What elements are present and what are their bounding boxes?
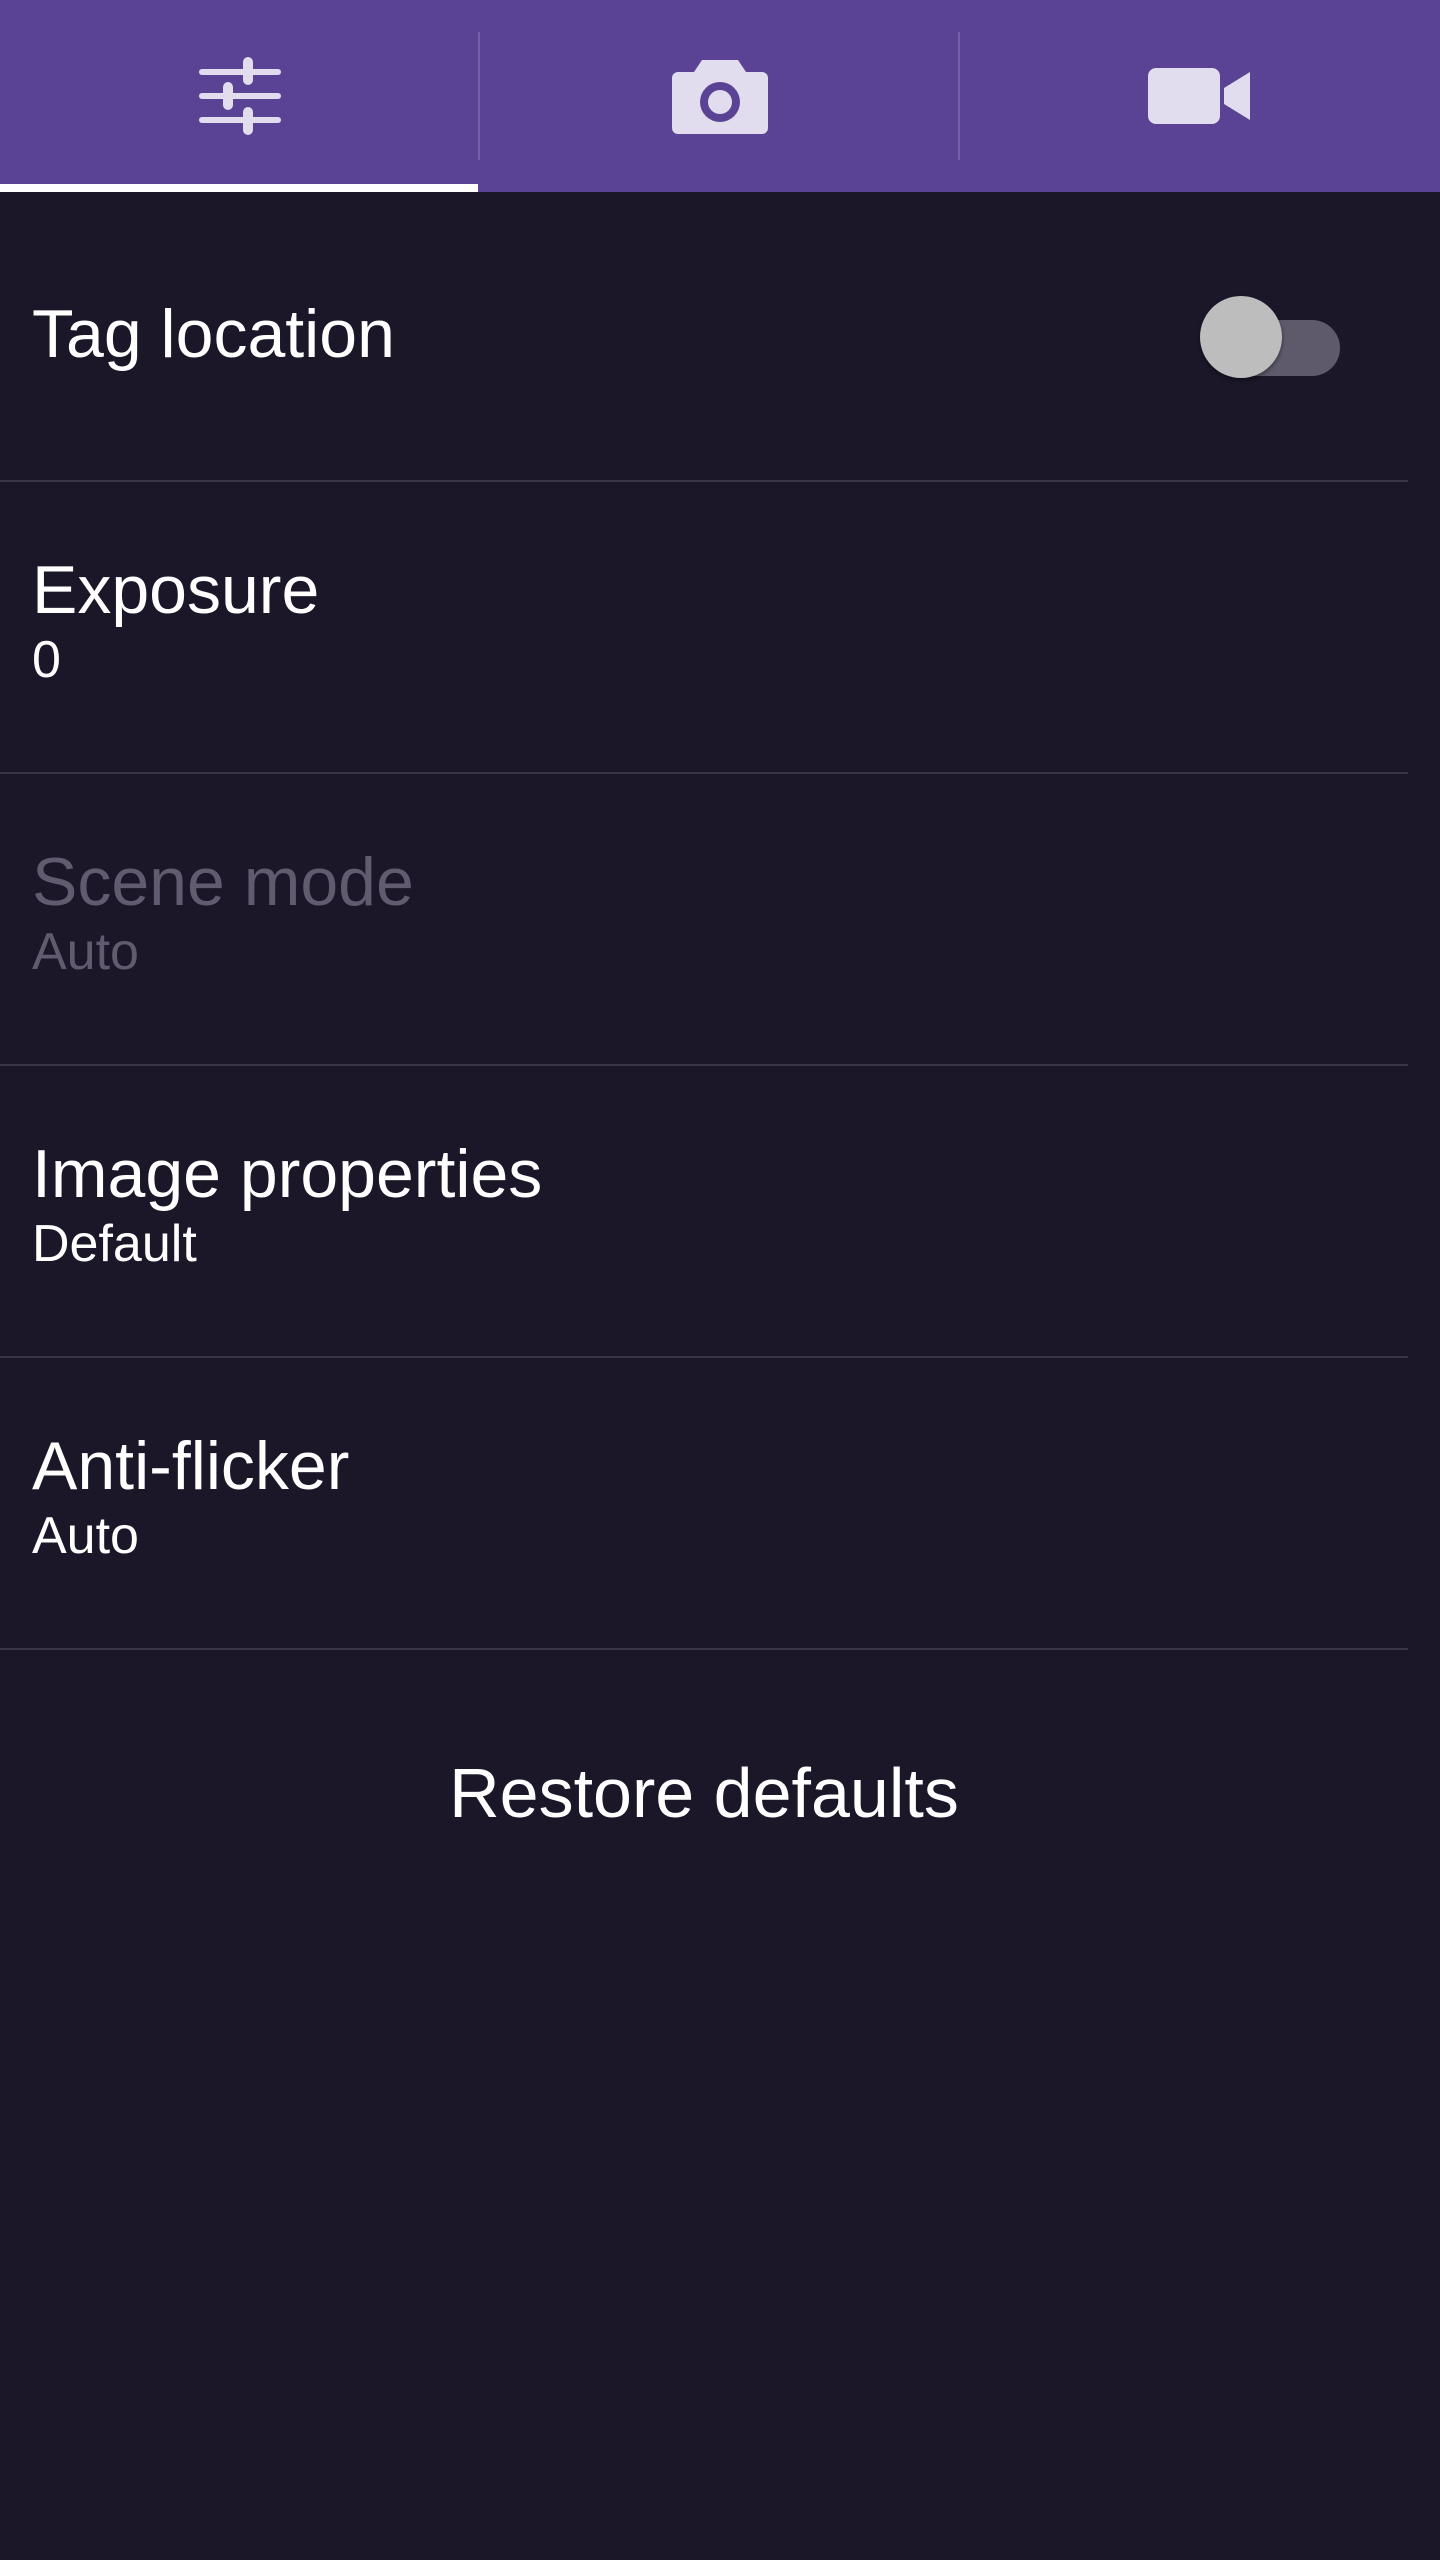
settings-list: Tag location Exposure 0 Scene mode Auto … <box>0 192 1440 1650</box>
video-camera-icon <box>1148 66 1252 126</box>
setting-title: Exposure <box>32 552 320 628</box>
restore-defaults-button[interactable]: Restore defaults <box>0 1745 1408 1841</box>
setting-value: Auto <box>32 923 139 981</box>
tab-video-settings[interactable] <box>960 0 1440 192</box>
tag-location-switch[interactable] <box>1200 296 1340 378</box>
setting-value: Default <box>32 1215 197 1273</box>
tab-photo-settings[interactable] <box>480 0 960 192</box>
setting-exposure[interactable]: Exposure 0 <box>0 482 1408 774</box>
setting-title: Anti-flicker <box>32 1428 350 1504</box>
setting-value: 0 <box>32 631 61 689</box>
setting-image-properties[interactable]: Image properties Default <box>0 1066 1408 1358</box>
selected-tab-indicator <box>0 184 478 192</box>
switch-thumb <box>1200 296 1282 378</box>
setting-title: Tag location <box>32 296 395 372</box>
camera-icon <box>672 58 768 134</box>
tab-general-settings[interactable] <box>0 0 480 192</box>
setting-tag-location[interactable]: Tag location <box>0 192 1408 482</box>
sliders-icon <box>197 53 283 139</box>
setting-title: Scene mode <box>32 844 414 920</box>
setting-anti-flicker[interactable]: Anti-flicker Auto <box>0 1358 1408 1650</box>
setting-value: Auto <box>32 1507 139 1565</box>
setting-title: Image properties <box>32 1136 543 1212</box>
tab-bar <box>0 0 1440 192</box>
setting-scene-mode: Scene mode Auto <box>0 774 1408 1066</box>
